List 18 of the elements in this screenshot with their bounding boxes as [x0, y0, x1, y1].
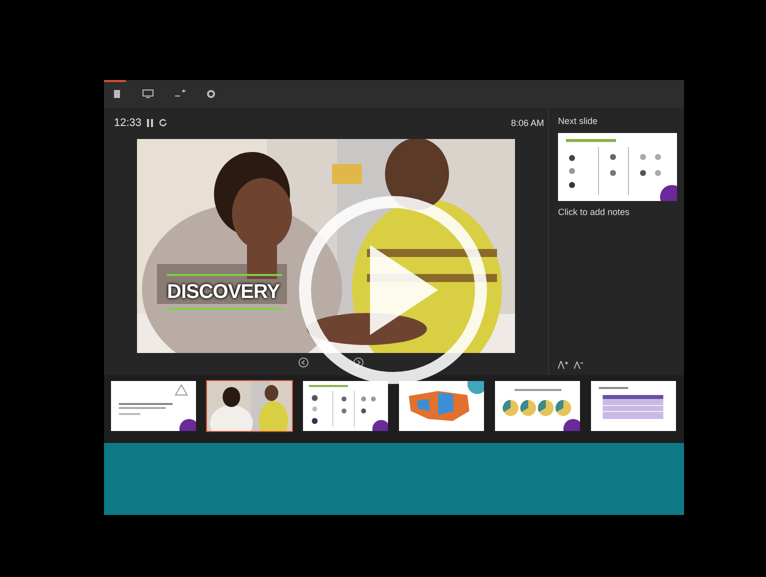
increase-font-icon[interactable]: [558, 361, 568, 369]
slide-thumbnail[interactable]: [302, 380, 389, 432]
slide-thumbnail[interactable]: [494, 380, 581, 432]
next-slide-label: Next slide: [558, 116, 599, 127]
monitor-icon[interactable]: [142, 89, 154, 99]
slide-thumbnail[interactable]: [398, 380, 485, 432]
slide-thumbnail[interactable]: [590, 380, 677, 432]
play-button[interactable]: [298, 195, 488, 385]
notes-field[interactable]: Click to add notes: [558, 207, 678, 227]
decrease-font-icon[interactable]: [574, 361, 583, 369]
previous-icon[interactable]: [298, 357, 309, 368]
next-icon[interactable]: [353, 357, 364, 368]
slide-title: DISCOVERY: [167, 282, 281, 302]
slide-thumbnail[interactable]: [110, 380, 197, 432]
elapsed-timer: 12:33: [114, 117, 142, 129]
clock-time: 8:06 AM: [510, 118, 544, 128]
pause-icon[interactable]: [146, 119, 154, 127]
reset-icon[interactable]: [158, 119, 167, 127]
